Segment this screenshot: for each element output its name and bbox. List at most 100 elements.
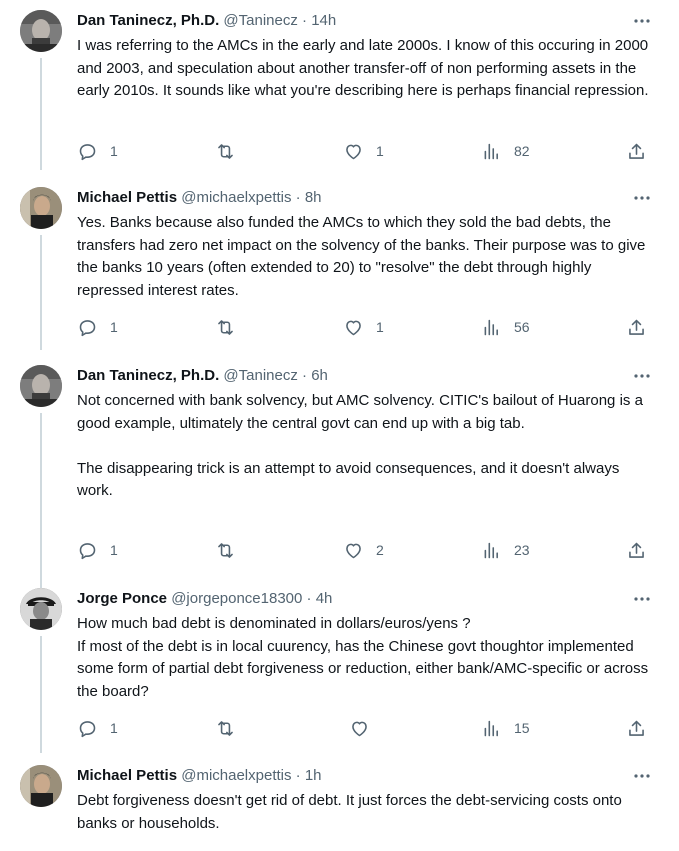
reply-count: 1 [110, 720, 118, 736]
tweet-text: Yes. Banks because also funded the AMCs … [77, 214, 646, 299]
user-handle[interactable]: @michaelxpettis [181, 189, 291, 206]
views-button[interactable]: 56 [481, 315, 530, 339]
display-name[interactable]: Michael Pettis [77, 189, 177, 206]
tweet-actions: 1 1 56 [77, 315, 657, 339]
more-options-button[interactable] [631, 588, 653, 610]
reply-icon [79, 720, 96, 737]
user-handle[interactable]: @jorgeponce18300 [171, 590, 302, 607]
user-handle[interactable]: @Taninecz [223, 367, 297, 384]
views-button[interactable]: 82 [481, 139, 530, 163]
tweet-header: Michael Pettis @michaelxpettis · 1h [77, 765, 322, 787]
tweet-text: How much bad debt is denominated in doll… [77, 615, 649, 700]
tweet-actions: 1 15 [77, 716, 657, 740]
display-name[interactable]: Jorge Ponce [77, 590, 167, 607]
share-icon [629, 319, 644, 335]
like-button[interactable]: 2 [343, 538, 384, 562]
views-icon [484, 542, 498, 558]
display-name[interactable]: Dan Taninecz, Ph.D. [77, 367, 219, 384]
timestamp[interactable]: 1h [305, 767, 322, 784]
separator: · [295, 189, 301, 206]
avatar[interactable] [20, 10, 62, 52]
more-options-button[interactable] [631, 187, 653, 209]
like-count: 2 [376, 542, 384, 558]
tweet-text: Not concerned with bank solvency, but AM… [77, 392, 643, 499]
timestamp[interactable]: 4h [316, 590, 333, 607]
separator: · [302, 12, 308, 29]
views-count: 56 [514, 319, 530, 335]
views-icon [484, 319, 498, 335]
reply-count: 1 [110, 542, 118, 558]
retweet-button[interactable] [215, 139, 248, 163]
display-name[interactable]: Dan Taninecz, Ph.D. [77, 12, 219, 29]
user-handle[interactable]: @michaelxpettis [181, 767, 291, 784]
separator: · [302, 367, 308, 384]
heart-icon [346, 320, 361, 335]
timestamp[interactable]: 8h [305, 189, 322, 206]
share-icon [629, 143, 644, 159]
retweet-button[interactable] [215, 538, 248, 562]
heart-icon [346, 144, 361, 159]
views-count: 15 [514, 720, 530, 736]
views-icon [484, 720, 498, 736]
like-count: 1 [376, 319, 384, 335]
retweet-icon [218, 542, 233, 558]
like-button[interactable]: 1 [343, 315, 384, 339]
more-icon [634, 374, 650, 378]
share-button[interactable] [626, 315, 647, 339]
share-icon [629, 720, 644, 736]
retweet-button[interactable] [215, 716, 248, 740]
avatar[interactable] [20, 365, 62, 407]
retweet-icon [218, 319, 233, 335]
avatar[interactable] [20, 765, 62, 807]
views-count: 23 [514, 542, 530, 558]
more-icon [634, 774, 650, 778]
tweet-header: Michael Pettis @michaelxpettis · 8h [77, 187, 322, 209]
thread-line [40, 235, 42, 350]
user-handle[interactable]: @Taninecz [223, 12, 297, 29]
more-options-button[interactable] [631, 10, 653, 32]
views-button[interactable]: 15 [481, 716, 530, 740]
reply-button[interactable]: 1 [77, 716, 118, 740]
tweet-actions: 1 1 82 [77, 139, 657, 163]
display-name[interactable]: Michael Pettis [77, 767, 177, 784]
tweet-actions: 1 2 23 [77, 538, 657, 562]
share-button[interactable] [626, 139, 647, 163]
reply-icon [79, 143, 96, 160]
separator: · [295, 767, 301, 784]
reply-icon [79, 319, 96, 336]
timestamp[interactable]: 14h [311, 12, 336, 29]
reply-button[interactable]: 1 [77, 139, 118, 163]
reply-count: 1 [110, 143, 118, 159]
views-count: 82 [514, 143, 530, 159]
tweet-header: Dan Taninecz, Ph.D. @Taninecz · 6h [77, 365, 328, 387]
share-button[interactable] [626, 716, 647, 740]
like-count: 1 [376, 143, 384, 159]
share-button[interactable] [626, 538, 647, 562]
retweet-icon [218, 143, 233, 159]
avatar[interactable] [20, 187, 62, 229]
avatar[interactable] [20, 588, 62, 630]
thread-line [40, 636, 42, 753]
like-button[interactable]: 1 [343, 139, 384, 163]
more-options-button[interactable] [631, 365, 653, 387]
more-options-button[interactable] [631, 765, 653, 787]
share-icon [629, 542, 644, 558]
tweet-text: Debt forgiveness doesn't get rid of debt… [77, 792, 622, 832]
thread-line [40, 58, 42, 170]
more-icon [634, 19, 650, 23]
reply-button[interactable]: 1 [77, 315, 118, 339]
more-icon [634, 597, 650, 601]
views-button[interactable]: 23 [481, 538, 530, 562]
reply-icon [79, 542, 96, 559]
tweet-text: I was referring to the AMCs in the early… [77, 37, 649, 99]
views-icon [484, 143, 498, 159]
retweet-button[interactable] [215, 315, 248, 339]
timestamp[interactable]: 6h [311, 367, 328, 384]
tweet-header: Dan Taninecz, Ph.D. @Taninecz · 14h [77, 10, 336, 32]
retweet-icon [218, 720, 233, 736]
thread-line [40, 413, 42, 588]
like-button[interactable] [349, 716, 382, 740]
reply-button[interactable]: 1 [77, 538, 118, 562]
heart-icon [352, 721, 367, 736]
heart-icon [346, 543, 361, 558]
